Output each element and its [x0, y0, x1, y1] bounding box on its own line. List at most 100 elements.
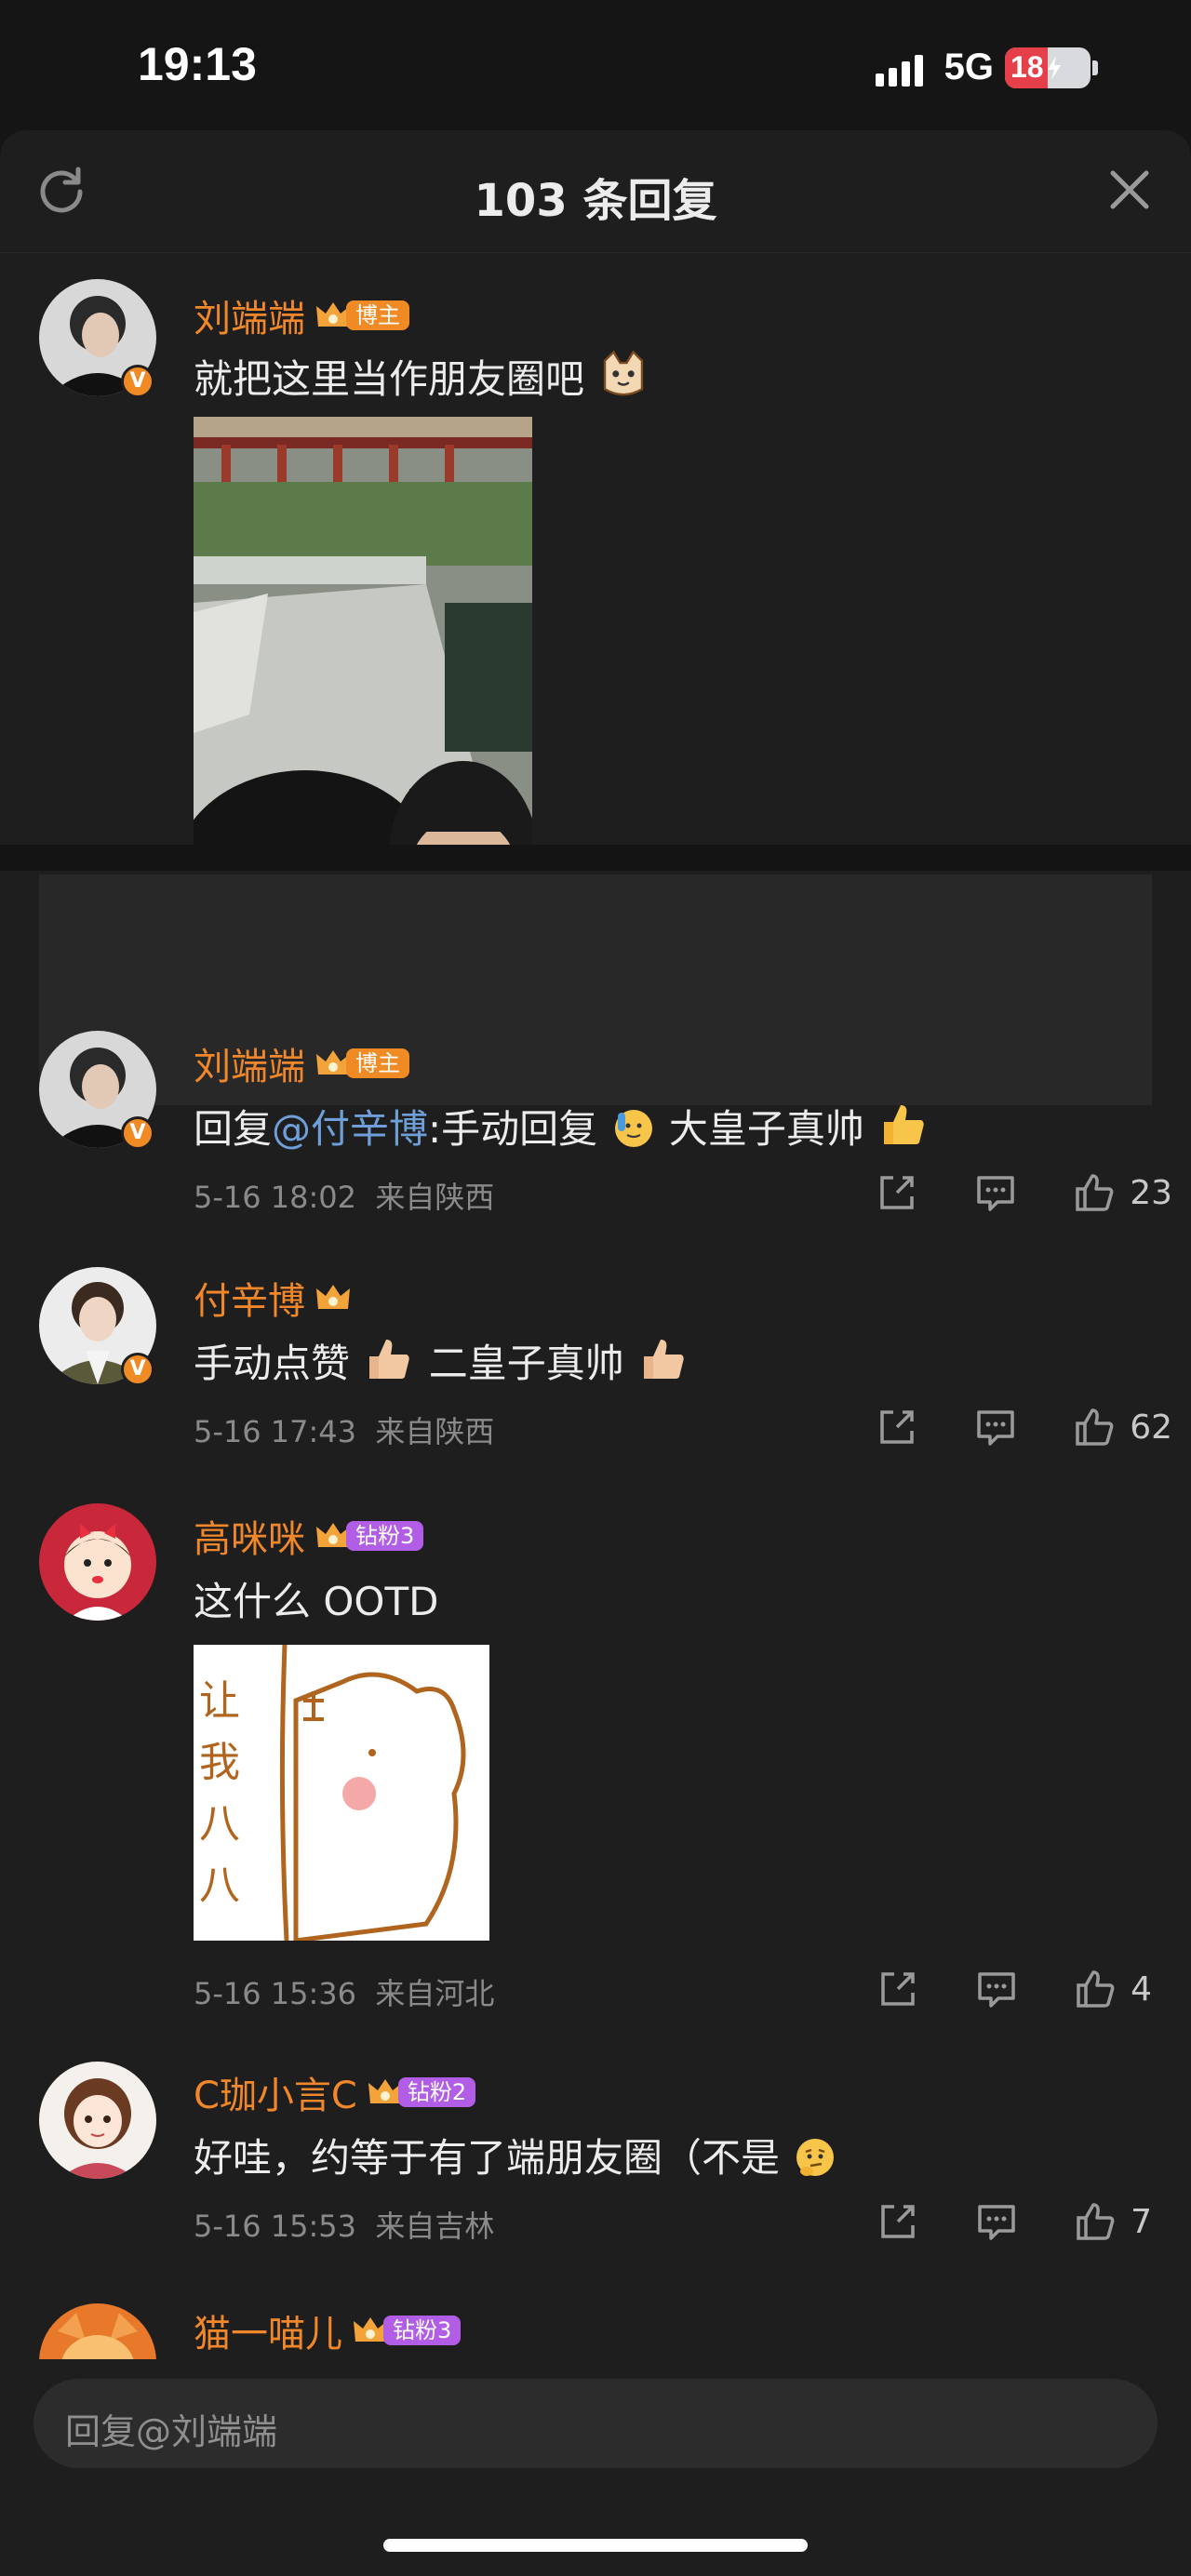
fan-tag: 钻粉3	[383, 2316, 462, 2345]
share-button[interactable]	[876, 2199, 920, 2244]
avatar[interactable]	[39, 2062, 156, 2179]
home-indicator[interactable]	[383, 2539, 808, 2552]
share-icon	[880, 1176, 914, 1209]
comment-text-body: 好哇，约等于有了端朋友圈（不是	[194, 2135, 781, 2181]
battery-icon: 18	[1005, 47, 1091, 88]
username[interactable]: 高咪咪	[194, 1509, 305, 1563]
mention-link[interactable]: @付辛博	[272, 1106, 428, 1152]
username[interactable]: 刘端端	[194, 1036, 305, 1090]
comment-text: 好哇，约等于有了端朋友圈（不是	[194, 2127, 838, 2183]
comment-text: 回复@付辛博:手动回复 大皇子真帅	[194, 1098, 930, 1155]
comment-text-body: 手动点赞	[194, 1341, 351, 1386]
host-tag: 博主	[346, 1048, 409, 1078]
comment-button[interactable]	[973, 1170, 1018, 1215]
comment-text: 就把这里当作朋友圈吧	[194, 348, 650, 405]
comment-text-body-2: 二皇子真帅	[428, 1341, 624, 1386]
comment-text-body: 这什么 OOTD	[194, 1579, 439, 1624]
like-count: 62	[1130, 1408, 1172, 1447]
comment-text-body: 就把这里当作朋友圈吧	[194, 356, 585, 402]
like-count: 4	[1131, 1969, 1152, 2009]
name-row: C珈小言C 钻粉2	[194, 2065, 476, 2119]
comment-button[interactable]	[974, 1967, 1019, 2011]
sticker-image[interactable]: 让我八八	[194, 1645, 489, 1941]
reply-input[interactable]: 回复@刘端端	[33, 2379, 1158, 2468]
comment-meta: 5-16 15:53 来自吉林	[194, 2203, 494, 2246]
thumbs-up-icon	[1076, 1408, 1114, 1446]
signal-icon	[875, 49, 928, 87]
comment-time: 5-16 17:43	[194, 1414, 357, 1449]
comment-meta: 5-16 17:43 来自陕西	[194, 1408, 494, 1451]
thumbs-up-emoji-icon	[644, 1340, 684, 1379]
comment-text-body-2: 大皇子真帅	[668, 1106, 864, 1152]
comment-button[interactable]	[973, 1405, 1018, 1449]
verified-badge: V	[121, 1116, 154, 1150]
comment-icon	[978, 2205, 1015, 2240]
sheet-title: 103 条回复	[474, 175, 717, 227]
comment-time: 5-16 18:02	[194, 1180, 357, 1215]
avatar[interactable]	[39, 2303, 156, 2359]
host-tag: 博主	[346, 300, 409, 330]
network-label: 5G	[943, 47, 994, 87]
action-bar: 7	[822, 2199, 1152, 2244]
thumbs-up-icon	[1077, 1970, 1115, 2008]
action-bar: 4	[822, 1967, 1152, 2011]
username[interactable]: 猫一喵儿	[194, 2303, 342, 2357]
avatar[interactable]	[39, 1503, 156, 1621]
like-button[interactable]: 4	[1073, 1967, 1152, 2011]
battery-level: 18	[1010, 50, 1044, 84]
name-row: 付辛博	[194, 1271, 352, 1325]
share-button[interactable]	[875, 1405, 919, 1449]
close-icon[interactable]	[1105, 166, 1154, 214]
comment-text: 这什么 OOTD	[194, 1570, 438, 1627]
share-icon	[881, 2205, 915, 2238]
comment-button[interactable]	[974, 2199, 1019, 2244]
fan-tag: 钻粉2	[397, 2077, 476, 2107]
status-time: 19:13	[138, 38, 257, 90]
share-button[interactable]	[875, 1170, 919, 1215]
thumbs-up-icon	[1076, 1174, 1114, 1211]
section-divider	[0, 845, 1191, 871]
thumbs-up-emoji-icon	[884, 1105, 924, 1144]
name-row: 刘端端 博主	[194, 1036, 409, 1090]
action-bar: 23	[821, 1170, 1172, 1215]
like-button[interactable]: 7	[1073, 2199, 1152, 2244]
status-bar: 19:13 5G 18	[0, 0, 1191, 140]
sticker-text: 让我八八	[199, 1677, 240, 1909]
like-button[interactable]: 23	[1072, 1170, 1172, 1215]
name-row: 高咪咪 钻粉3	[194, 1509, 424, 1563]
comment-icon	[977, 1410, 1014, 1446]
username[interactable]: C珈小言C	[194, 2065, 357, 2119]
comment-icon	[978, 1972, 1015, 2008]
reply-placeholder: 回复@刘端端	[65, 2411, 278, 2452]
thumbs-up-emoji-icon	[369, 1340, 410, 1379]
like-button[interactable]: 62	[1072, 1405, 1172, 1449]
status-right: 5G 18	[875, 47, 1098, 88]
verified-badge: V	[121, 1353, 154, 1386]
comment-text: 手动点赞 二皇子真帅	[194, 1332, 690, 1389]
comment-location: 来自陕西	[375, 1180, 495, 1215]
comment-location: 来自陕西	[375, 1414, 495, 1449]
like-count: 23	[1130, 1173, 1172, 1212]
cat-emoji-icon	[604, 350, 644, 396]
raising-hand-emoji-icon	[614, 1110, 652, 1147]
share-button[interactable]	[876, 1967, 920, 2011]
fan-tag: 钻粉3	[346, 1521, 424, 1551]
comment-meta: 5-16 18:02 来自陕西	[194, 1174, 494, 1217]
thinking-emoji-icon	[796, 2139, 835, 2176]
sheet-header: 103 条回复	[0, 130, 1191, 253]
reply-prefix: 回复	[194, 1106, 273, 1152]
post-photo[interactable]	[194, 417, 532, 869]
comment-location: 来自吉林	[375, 2209, 495, 2244]
reply-item: 猫一喵儿 钻粉3	[0, 2298, 1191, 2359]
share-icon	[880, 1410, 914, 1444]
username[interactable]: 付辛博	[194, 1271, 305, 1325]
action-bar: 62	[821, 1405, 1172, 1449]
name-row: 刘端端 博主	[194, 288, 409, 342]
username[interactable]: 刘端端	[194, 288, 305, 342]
comment-time: 5-16 15:53	[194, 2209, 357, 2244]
comment-time: 5-16 15:36	[194, 1976, 357, 2011]
comment-icon	[977, 1176, 1014, 1211]
comment-location: 来自河北	[375, 1976, 495, 2011]
like-count: 7	[1131, 2202, 1152, 2241]
verified-badge: V	[121, 365, 154, 398]
